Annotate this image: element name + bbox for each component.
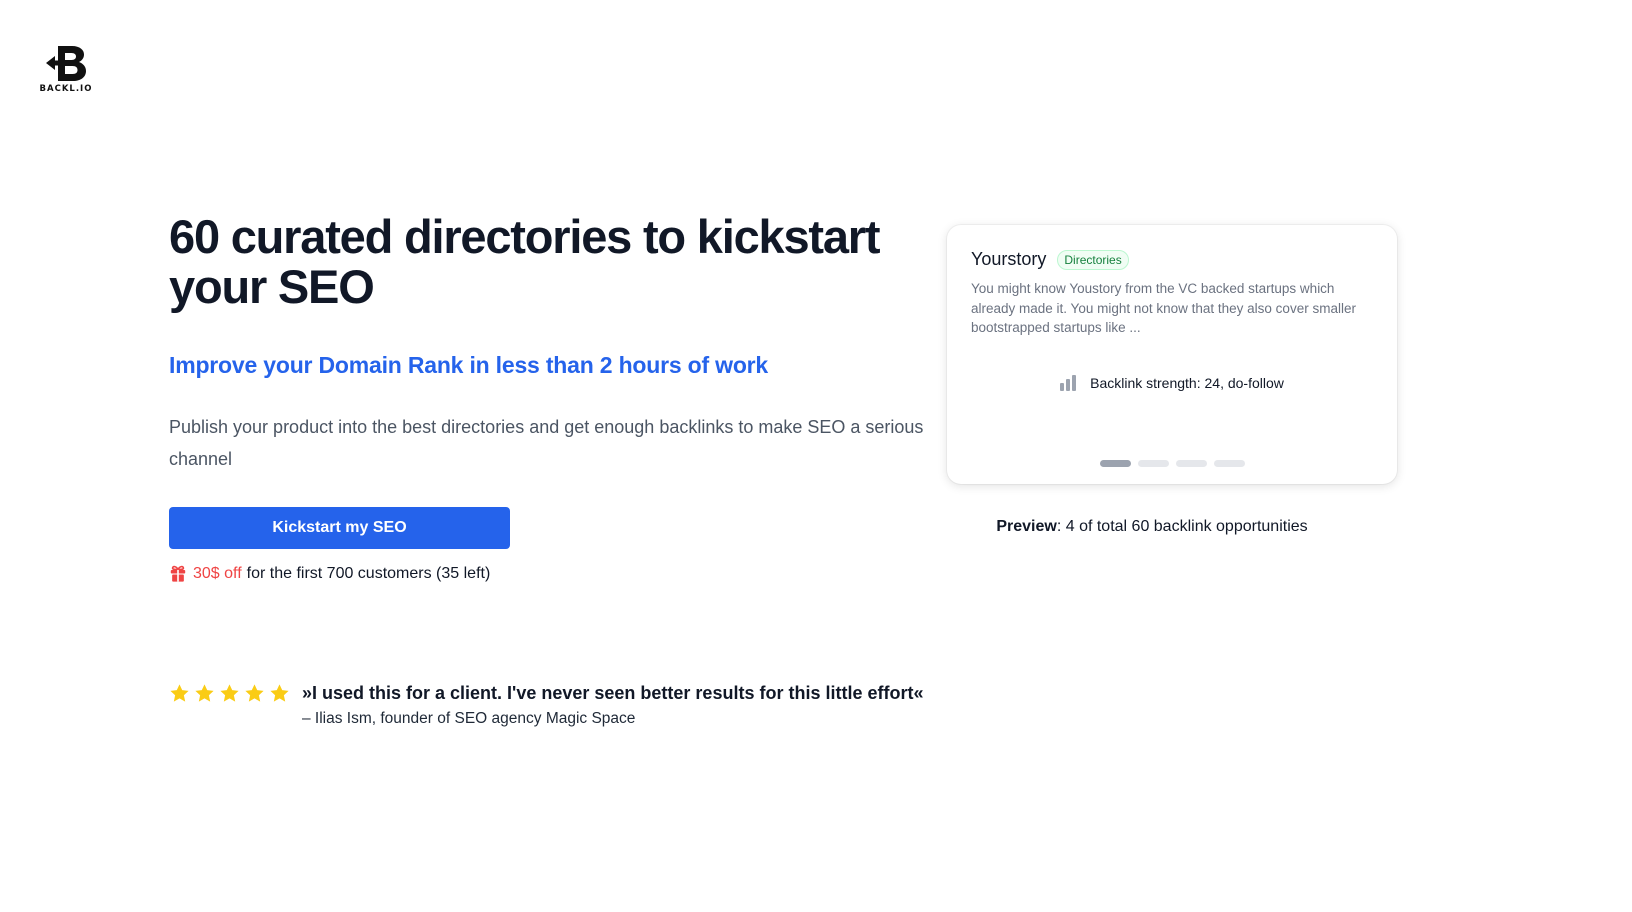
star-icon (220, 684, 239, 702)
star-icon (245, 684, 264, 702)
testimonial: »I used this for a client. I've never se… (169, 683, 923, 728)
carousel-dot-4[interactable] (1213, 460, 1245, 467)
star-icon (170, 684, 189, 702)
logo-text: BACKL.IO (39, 84, 93, 94)
hero-description: Publish your product into the best direc… (169, 417, 924, 469)
hero-section: 60 curated directories to kickstart your… (169, 212, 929, 475)
signal-bars-icon (1060, 375, 1077, 391)
backlink-strength-text: Backlink strength: 24, do-follow (1090, 375, 1284, 391)
carousel-dot-3[interactable] (1175, 460, 1207, 467)
kickstart-seo-button[interactable]: Kickstart my SEO (169, 507, 510, 549)
testimonial-quote: »I used this for a client. I've never se… (302, 683, 924, 703)
star-icon (270, 684, 289, 702)
preview-text: : 4 of total 60 backlink opportunities (1056, 518, 1308, 535)
gift-icon (170, 565, 186, 582)
hero-subtitle: Improve your Domain Rank in less than 2 … (169, 352, 769, 378)
discount-highlight: 30$ off (193, 565, 242, 582)
category-badge: Directories (1057, 249, 1129, 270)
discount-offer: 30$ off for the first 700 customers (35 … (169, 565, 490, 583)
backlio-logo-icon (46, 46, 86, 81)
directory-title: Yourstory (971, 249, 1047, 269)
preview-caption: Preview: 4 of total 60 backlink opportun… (947, 518, 1357, 536)
backlink-strength: Backlink strength: 24, do-follow (947, 375, 1397, 391)
brand-logo[interactable]: BACKL.IO (38, 44, 94, 100)
discount-text: for the first 700 customers (35 left) (246, 565, 491, 582)
testimonial-author: – Ilias Ism, founder of SEO agency Magic… (302, 710, 636, 727)
carousel-dot-2[interactable] (1137, 460, 1169, 467)
star-icon (195, 684, 214, 702)
carousel-dots (947, 460, 1397, 467)
directory-description: You might know Youstory from the VC back… (971, 281, 1356, 335)
preview-label: Preview (996, 518, 1057, 535)
star-rating (169, 683, 290, 728)
hero-title: 60 curated directories to kickstart your… (169, 210, 881, 313)
directory-preview-card: Yourstory Directories You might know You… (947, 225, 1397, 484)
carousel-dot-1[interactable] (1099, 460, 1131, 467)
